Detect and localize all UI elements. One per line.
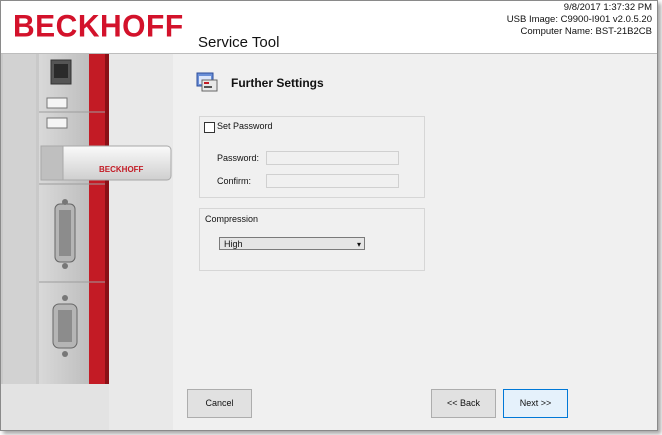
computer-name-text: Computer Name: BST-21B2CB [520, 26, 652, 37]
chevron-down-icon[interactable]: ▾ [357, 238, 361, 251]
confirm-field[interactable] [266, 174, 399, 188]
confirm-label: Confirm: [217, 176, 252, 186]
compression-label: Compression [205, 214, 259, 224]
next-button[interactable]: Next >> [503, 389, 568, 418]
compression-selected-value: High [224, 239, 243, 249]
ipc-device-illustration: BECKHOFF [1, 54, 173, 430]
beckhoff-logo: BECKHOFF [13, 9, 184, 44]
system-info: 9/8/2017 1:37:32 PM USB Image: C9900-I90… [507, 2, 652, 38]
usb-image-text: USB Image: C9900-I901 v2.0.5.20 [506, 14, 652, 25]
device-image: BECKHOFF [1, 54, 173, 430]
datetime-text: 9/8/2017 1:37:32 PM [563, 2, 652, 13]
app-title: Service Tool [198, 34, 280, 51]
settings-window-icon [196, 72, 218, 92]
back-button[interactable]: << Back [431, 389, 496, 418]
service-tool-window: BECKHOFF Service Tool 9/8/2017 1:37:32 P… [0, 0, 658, 431]
section-title: Further Settings [231, 76, 324, 90]
usb-stick-logo: BECKHOFF [99, 165, 144, 174]
compression-group: Compression High ▾ [199, 208, 425, 271]
password-group: Set Password Password: Confirm: [199, 116, 425, 198]
cancel-button[interactable]: Cancel [187, 389, 252, 418]
set-password-label[interactable]: Set Password [217, 121, 273, 131]
password-label: Password: [217, 153, 260, 163]
header-bar: BECKHOFF Service Tool 9/8/2017 1:37:32 P… [1, 1, 657, 54]
password-field[interactable] [266, 151, 399, 165]
compression-select[interactable]: High ▾ [219, 237, 365, 250]
content-area: Further Settings Set Password Password: … [173, 54, 657, 430]
set-password-checkbox[interactable] [204, 122, 215, 133]
